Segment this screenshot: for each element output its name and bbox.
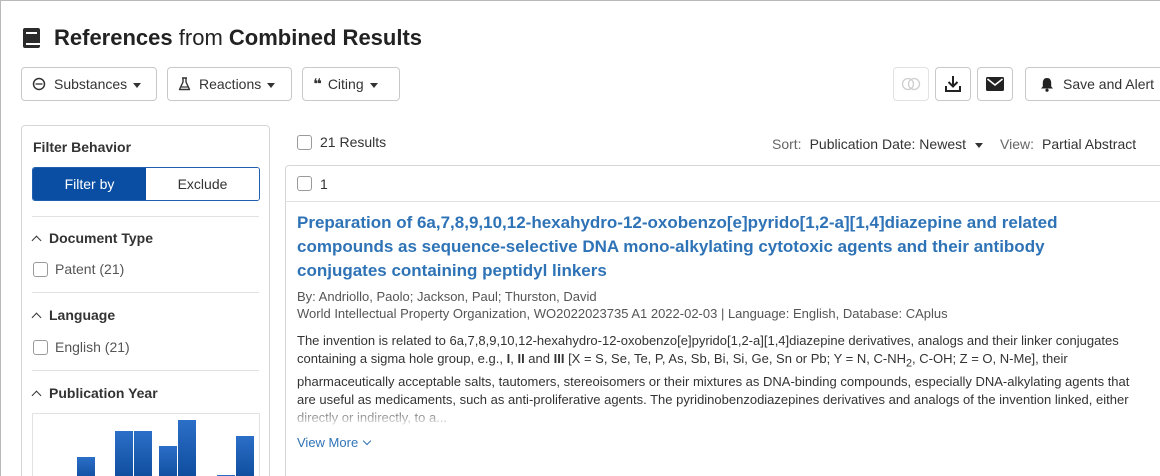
quote-icon: ❝ — [313, 76, 322, 93]
divider — [32, 370, 259, 371]
histogram-bar[interactable] — [115, 431, 133, 476]
abstract-compound-label: III — [553, 351, 565, 366]
filter-option-label: English (21) — [55, 339, 130, 355]
filter-behavior-toggle: Filter by Exclude — [32, 167, 260, 201]
result-meta: By: Andriollo, Paolo; Jackson, Paul; Thu… — [297, 288, 1147, 322]
citing-label: Citing — [327, 76, 364, 92]
title-references: References — [54, 25, 173, 50]
email-icon — [986, 77, 1004, 91]
page-title: References from Combined Results — [54, 25, 422, 51]
abstract-text: and — [524, 351, 554, 366]
chevron-down-icon — [133, 82, 142, 88]
chevron-down-icon — [362, 436, 372, 446]
divider — [32, 292, 259, 293]
email-button[interactable] — [977, 67, 1013, 101]
chevron-up-icon — [31, 235, 42, 245]
chevron-down-icon — [369, 82, 378, 88]
histogram-bar[interactable] — [77, 457, 95, 476]
result-authors: By: Andriollo, Paolo; Jackson, Paul; Thu… — [297, 289, 597, 304]
divider — [32, 216, 259, 217]
citing-dropdown[interactable]: ❝ Citing — [302, 67, 400, 101]
reactions-label: Reactions — [199, 76, 262, 92]
abstract-fade — [297, 408, 1147, 426]
book-icon — [23, 28, 40, 48]
result-title-link[interactable]: Preparation of 6a,7,8,9,10,12-hexahydro-… — [297, 211, 1137, 283]
download-button[interactable] — [935, 67, 971, 101]
substances-label: Substances — [54, 76, 128, 92]
app-frame: References from Combined Results Substan… — [0, 0, 1160, 476]
select-all-checkbox[interactable] — [297, 134, 312, 150]
abstract-compound-label: II — [517, 351, 525, 366]
result-abstract: The invention is related to 6a,7,8,9,10,… — [297, 332, 1147, 426]
flask-icon — [178, 77, 191, 91]
filter-option-label: Patent (21) — [55, 261, 125, 277]
view-more-link[interactable]: View More — [297, 435, 372, 450]
result-number: 1 — [320, 175, 328, 192]
histogram-bar[interactable] — [236, 436, 254, 476]
section-title: Publication Year — [49, 385, 158, 401]
sort-dropdown[interactable]: Publication Date: Newest — [810, 136, 983, 152]
abstract-text: [X = S, Se, Te, P, As, Sb, Bi, Si, Ge, S… — [564, 351, 906, 366]
title-combined-results: Combined Results — [228, 25, 423, 50]
chevron-up-icon — [31, 312, 42, 322]
result-checkbox[interactable] — [297, 176, 312, 191]
section-publication-year[interactable]: Publication Year — [31, 385, 158, 401]
sort-label: Sort: — [772, 136, 802, 152]
section-title: Language — [49, 307, 116, 323]
filter-option-english[interactable]: English (21) — [33, 339, 130, 355]
filter-option-patent[interactable]: Patent (21) — [33, 261, 124, 277]
save-and-alert-button[interactable]: Save and Alert — [1025, 67, 1160, 101]
view-label: View: — [1000, 136, 1034, 152]
combine-icon — [901, 77, 921, 91]
result-card: 1 Preparation of 6a,7,8,9,10,12-hexahydr… — [285, 165, 1160, 476]
substance-icon — [32, 77, 46, 91]
title-from: from — [178, 25, 223, 50]
bell-icon — [1041, 77, 1053, 92]
sort-value: Publication Date: Newest — [809, 136, 966, 152]
chevron-up-icon — [31, 390, 42, 400]
section-title: Document Type — [49, 230, 153, 246]
histogram-bar[interactable] — [134, 431, 152, 476]
reactions-dropdown[interactable]: Reactions — [167, 67, 292, 101]
chevron-down-icon — [267, 82, 276, 88]
result-card-header: 1 — [286, 166, 1160, 202]
publication-year-histogram[interactable] — [32, 413, 260, 476]
download-icon — [945, 76, 961, 92]
result-source: World Intellectual Property Organization… — [297, 306, 948, 321]
checkbox[interactable] — [33, 339, 48, 355]
filter-by-button[interactable]: Filter by — [33, 168, 146, 200]
view-more-label: View More — [297, 435, 359, 450]
filter-behavior-title: Filter Behavior — [33, 139, 132, 155]
section-language[interactable]: Language — [31, 307, 116, 323]
filter-sidebar: Filter Behavior Filter by Exclude Docume… — [21, 125, 270, 476]
sort-view-controls: Sort: Publication Date: Newest View: Par… — [772, 136, 1136, 152]
results-count-label: 21 Results — [320, 134, 387, 150]
view-dropdown[interactable]: Partial Abstract — [1042, 136, 1136, 152]
toolbar: Substances Reactions ❝ Citing Save and A… — [21, 67, 1160, 101]
view-value: Partial Abstract — [1041, 136, 1137, 152]
substances-dropdown[interactable]: Substances — [21, 67, 157, 101]
histogram-bar[interactable] — [159, 446, 177, 476]
results-header: 21 Results Sort: Publication Date: Newes… — [297, 134, 1160, 154]
results-count: 21 Results — [297, 134, 386, 150]
histogram-bar[interactable] — [178, 420, 196, 476]
section-document-type[interactable]: Document Type — [31, 230, 153, 246]
exclude-button[interactable]: Exclude — [146, 168, 259, 200]
save-and-alert-label: Save and Alert — [1063, 76, 1155, 92]
checkbox[interactable] — [33, 261, 48, 277]
combine-button[interactable] — [893, 67, 929, 101]
chevron-down-icon — [975, 142, 983, 148]
page-header: References from Combined Results — [23, 25, 422, 51]
